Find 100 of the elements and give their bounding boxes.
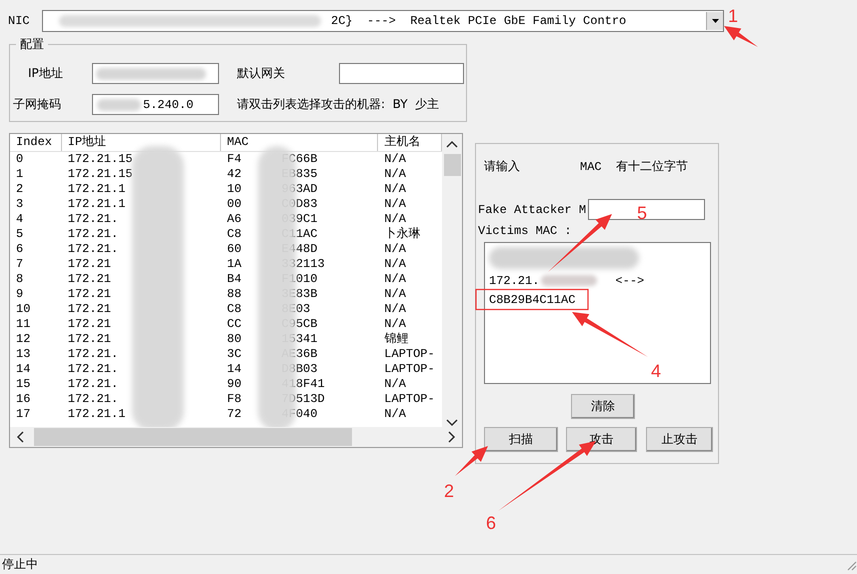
scroll-right-icon[interactable]: [448, 431, 456, 443]
table-cell-text: 2: [15, 182, 24, 197]
table-cell-text: 172.21: [66, 317, 112, 332]
scroll-thumb[interactable]: [444, 154, 460, 176]
table-cell-text: 14: [15, 362, 32, 377]
table-cell: 42: [227, 167, 242, 182]
input-field[interactable]: 5.240.0: [92, 94, 219, 115]
table-cell-text: 15: [15, 377, 32, 392]
input-field[interactable]: [339, 63, 464, 84]
field-label: 子网掩码: [13, 96, 62, 113]
table-cell-text: 172.21: [66, 257, 112, 272]
table-cell-text: N/A: [383, 242, 407, 257]
action-button[interactable]: 攻击: [566, 427, 637, 452]
table-cell-text: 172.21.: [66, 377, 120, 392]
table-cell-text: 9: [15, 287, 24, 302]
table-cell-text: 11: [15, 317, 32, 332]
table-cell-text: 172.21.1: [66, 407, 126, 422]
table-cell-text: 16: [15, 392, 32, 407]
status-text: 停止中: [2, 556, 38, 573]
input-field[interactable]: [588, 199, 706, 220]
redaction-blur: [541, 275, 598, 286]
table-cell-text: 172.21.15: [66, 167, 134, 182]
table-cell: F4: [227, 152, 242, 167]
table-cell-text: N/A: [383, 302, 407, 317]
table-cell-text: 172.21.: [66, 362, 120, 377]
list-item: 172.21.: [489, 274, 540, 288]
table-cell-text: 4: [15, 212, 24, 227]
table-cell-text: N/A: [383, 272, 407, 287]
callout-number: 2: [444, 481, 454, 501]
table-cell-text: N/A: [383, 317, 407, 332]
table-cell-text: 13: [15, 347, 32, 362]
table-cell-text: LAPTOP-: [383, 392, 436, 407]
table-cell: F8: [227, 392, 242, 407]
table-cell-text: N/A: [383, 152, 407, 167]
scrollbar[interactable]: [10, 427, 462, 447]
table-cell-text: 17: [15, 407, 32, 422]
table-cell-text: N/A: [383, 182, 407, 197]
table-cell: 10: [227, 182, 242, 197]
table-cell-text: N/A: [383, 167, 407, 182]
action-button[interactable]: 止攻击: [646, 427, 713, 452]
table-cell-text: 3: [15, 197, 24, 212]
table-cell-text: 172.21.: [66, 242, 120, 257]
table-cell: C8: [227, 302, 242, 317]
table-cell-text: N/A: [383, 287, 407, 302]
table-cell-text: LAPTOP-: [383, 347, 436, 362]
table-cell-text: 172.21.: [66, 212, 120, 227]
table-cell-text: N/A: [383, 197, 407, 212]
table-cell-text: 5: [15, 227, 24, 242]
list-item: C8B29B4C11AC: [489, 292, 576, 306]
table-cell: CC: [227, 317, 242, 332]
table-cell-text: 卜永琳: [383, 227, 422, 242]
table-cell-text: N/A: [383, 377, 407, 392]
table-cell-text: 172.21.: [66, 347, 120, 362]
list-item: <-->: [615, 274, 644, 288]
table-cell-text: N/A: [383, 257, 407, 272]
prompt-text: 请输入: [484, 158, 520, 175]
scroll-left-icon[interactable]: [16, 431, 24, 443]
action-button[interactable]: 扫描: [484, 427, 558, 452]
hint-text: 请双击列表选择攻击的机器: BY 少主: [237, 96, 440, 113]
input-field[interactable]: [92, 63, 219, 84]
table-cell-text: N/A: [383, 407, 407, 422]
resize-grip-icon[interactable]: [845, 558, 857, 570]
table-cell: A6: [227, 212, 242, 227]
table-cell-text: 172.21.1: [66, 182, 126, 197]
table-cell-text: 172.21: [66, 287, 112, 302]
table-cell-text: 172.21.: [66, 227, 120, 242]
callout-arrow: [455, 446, 488, 476]
table-cell: 14: [227, 362, 242, 377]
table-cell: C8: [227, 227, 242, 242]
table-cell: 90: [227, 377, 242, 392]
field-label: Victims MAC :: [478, 224, 573, 238]
table-cell: 88: [227, 287, 242, 302]
scroll-thumb[interactable]: [34, 428, 352, 446]
table-cell-text: 172.21: [66, 272, 112, 287]
callout-number: 4: [651, 361, 662, 381]
table-cell-text: 172.21: [66, 302, 112, 317]
table-cell-text: 10: [15, 302, 32, 317]
table-cell: 80: [227, 332, 242, 347]
table-cell-text: 172.21: [66, 332, 112, 347]
table-cell-text: 6: [15, 242, 24, 257]
table-cell-text: 0: [15, 152, 24, 167]
table-cell: 1A: [227, 257, 242, 272]
scrollbar[interactable]: [442, 134, 462, 427]
table-cell: 3C: [227, 347, 242, 362]
scroll-up-icon[interactable]: [446, 140, 458, 148]
table-cell-text: 8: [15, 272, 24, 287]
table-cell-text: N/A: [383, 212, 407, 226]
field-label: Fake Attacker M: [478, 202, 586, 216]
clear-button[interactable]: 清除: [571, 394, 635, 419]
field-label: IP地址: [28, 65, 64, 82]
redaction-blur: [97, 98, 141, 110]
table-cell: 72: [227, 407, 242, 422]
field-label: 默认网关: [237, 65, 286, 82]
table-cell-text: 172.21.1: [66, 197, 126, 212]
table-cell: 60: [227, 242, 242, 257]
nic-label: NIC: [8, 14, 31, 28]
callout-arrow: [724, 26, 758, 47]
nic-dropdown[interactable]: 2C} ---> Realtek PCIe GbE Family Contro: [42, 10, 724, 32]
scroll-down-icon[interactable]: [446, 419, 458, 427]
table-cell-text: 1: [15, 167, 24, 182]
